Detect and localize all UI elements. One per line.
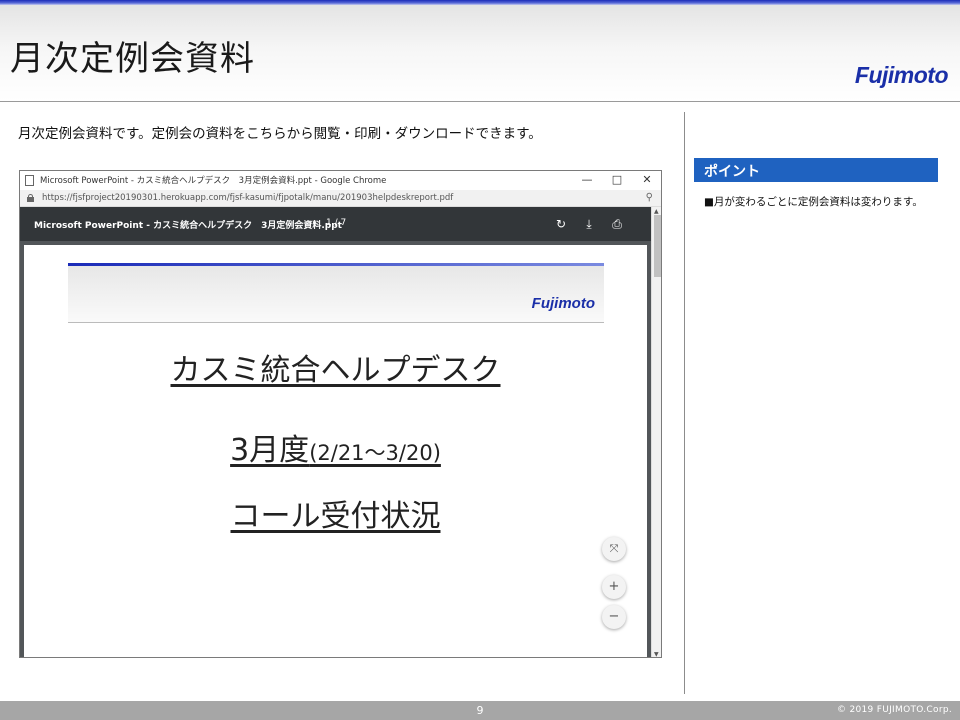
window-title: Microsoft PowerPoint - カスミ統合ヘルプデスク 3月定例会…: [40, 176, 387, 186]
download-icon[interactable]: ⤓: [580, 215, 598, 233]
scrollbar[interactable]: ▲ ▼: [651, 207, 661, 657]
zoom-out-button[interactable]: −: [602, 605, 626, 629]
scroll-up-arrow-icon[interactable]: ▲: [654, 208, 659, 215]
point-header: ポイント: [694, 158, 938, 182]
pdf-title: カスミ統合ヘルプデスク: [170, 353, 501, 388]
browser-window: Microsoft PowerPoint - カスミ統合ヘルプデスク 3月定例会…: [19, 170, 662, 658]
maximize-button[interactable]: □: [604, 173, 630, 188]
zoom-in-button[interactable]: +: [602, 575, 626, 599]
scroll-thumb[interactable]: [654, 215, 661, 277]
close-button[interactable]: ✕: [634, 173, 660, 188]
intro-text: 月次定例会資料です。定例会の資料をこちらから閲覧・印刷・ダウンロードできます。: [18, 126, 542, 142]
pdf-subtitle: コール受付状況: [230, 499, 441, 534]
lock-icon: [27, 194, 34, 202]
vertical-divider: [684, 112, 685, 694]
page-number: 9: [476, 704, 484, 717]
browser-titlebar: Microsoft PowerPoint - カスミ統合ヘルプデスク 3月定例会…: [20, 171, 661, 190]
pdf-doc-title: Microsoft PowerPoint - カスミ統合ヘルプデスク 3月定例会…: [34, 221, 342, 231]
pdf-date-range: (2/21～3/20): [309, 441, 441, 465]
slide-header: 月次定例会資料 Fujimoto: [0, 5, 960, 101]
pdf-viewer-area: Fujimoto カスミ統合ヘルプデスク 3月度(2/21～3/20) コール受…: [20, 241, 651, 658]
slide-footer: 9 © 2019 FUJIMOTO.Corp.: [0, 701, 960, 720]
pdf-month: 3月度: [230, 433, 310, 468]
zoom-icon[interactable]: ⚲: [646, 192, 653, 203]
rotate-icon[interactable]: ↻: [552, 215, 570, 233]
pdf-page: Fujimoto カスミ統合ヘルプデスク 3月度(2/21～3/20) コール受…: [24, 245, 647, 658]
fujimoto-logo: Fujimoto: [854, 62, 949, 88]
pdf-header-band: [68, 266, 604, 323]
copyright: © 2019 FUJIMOTO.Corp.: [837, 705, 952, 715]
pdf-date-line: 3月度(2/21～3/20): [24, 425, 647, 469]
pdf-fujimoto-logo: Fujimoto: [531, 295, 595, 312]
point-text: ■月が変わるごとに定例会資料は変わります。: [704, 196, 923, 208]
page-icon: [25, 175, 34, 186]
pdf-toolbar: Microsoft PowerPoint - カスミ統合ヘルプデスク 3月定例会…: [20, 207, 651, 241]
scroll-down-arrow-icon[interactable]: ▼: [654, 651, 659, 657]
pdf-page-bottom-line: [68, 657, 604, 658]
header-divider: [0, 101, 960, 102]
minimize-button[interactable]: —: [574, 173, 600, 188]
address-bar[interactable]: https://fjsfproject20190301.herokuapp.co…: [20, 190, 661, 207]
fit-page-icon[interactable]: ⤧: [602, 537, 626, 561]
url-text[interactable]: https://fjsfproject20190301.herokuapp.co…: [42, 193, 453, 203]
slide-title: 月次定例会資料: [10, 39, 255, 79]
page-indicator: 1 / 7: [326, 218, 347, 228]
print-icon[interactable]: ⎙: [608, 215, 626, 233]
